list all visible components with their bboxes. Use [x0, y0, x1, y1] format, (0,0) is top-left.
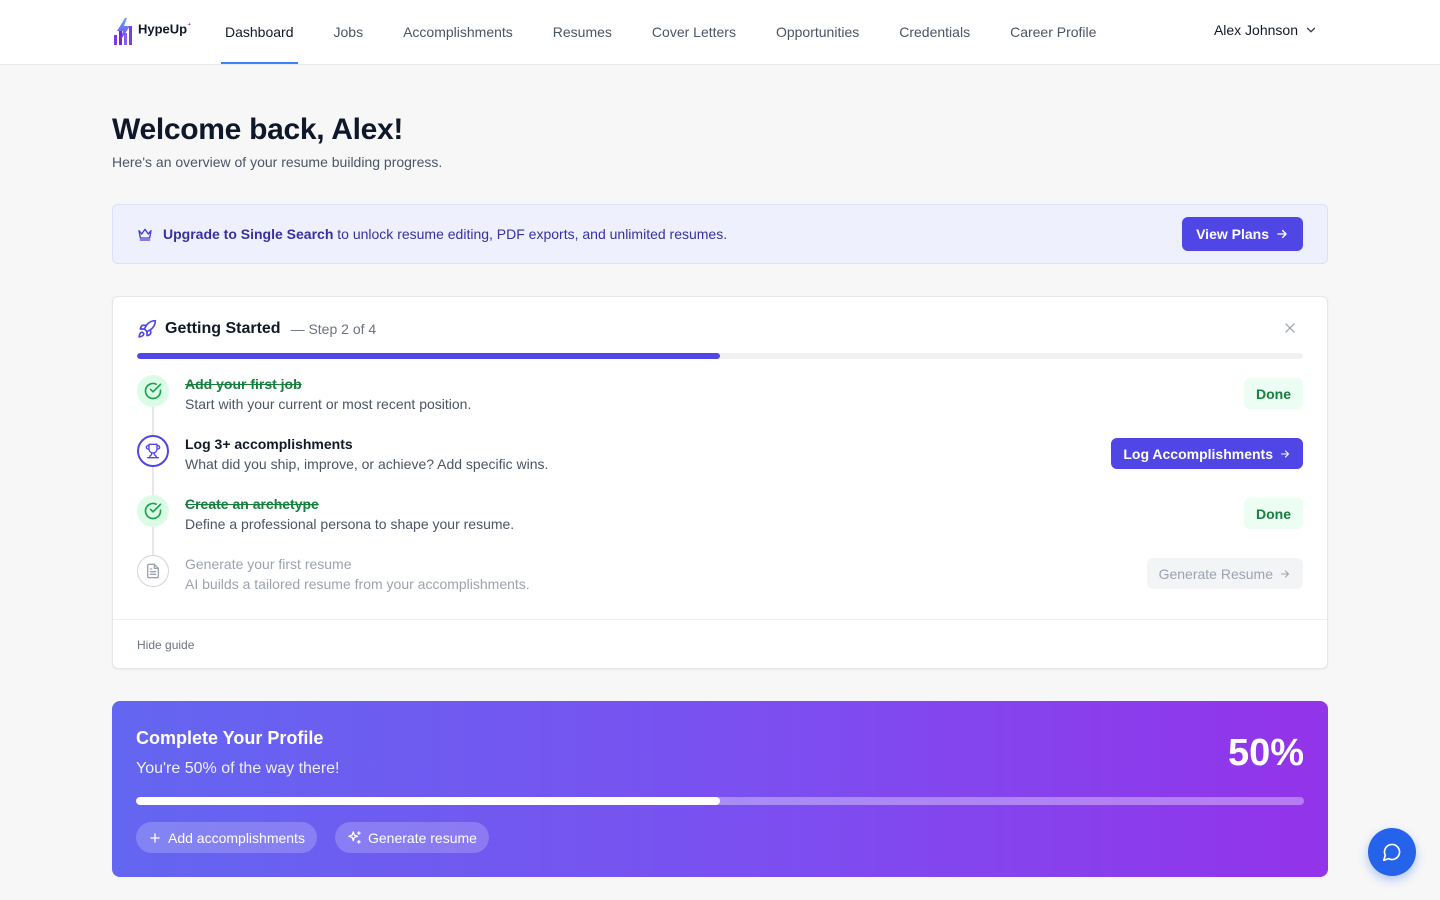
- trophy-icon: [137, 435, 169, 467]
- generate-resume-button-disabled[interactable]: Generate Resume: [1146, 558, 1303, 589]
- step-title: Log 3+ accomplishments: [185, 436, 353, 452]
- getting-started-header: Getting Started — Step 2 of 4: [137, 319, 376, 339]
- chat-icon: [1382, 843, 1401, 862]
- step-log-accomplishments: Log 3+ accomplishments What did you ship…: [137, 435, 1303, 495]
- page-title: Welcome back, Alex!: [112, 113, 404, 146]
- upgrade-link[interactable]: Upgrade to Single Search: [163, 226, 333, 242]
- profile-progress-fill: [136, 797, 720, 805]
- add-accomplishments-button[interactable]: Add accomplishments: [136, 822, 317, 853]
- chat-button[interactable]: [1368, 828, 1416, 876]
- view-plans-button[interactable]: View Plans: [1182, 217, 1303, 251]
- nav-career-profile[interactable]: Career Profile: [1006, 0, 1100, 64]
- user-menu[interactable]: Alex Johnson: [1214, 22, 1318, 38]
- chevron-down-icon: [1306, 27, 1316, 33]
- sparkles-icon: [348, 831, 361, 844]
- check-circle-icon: [137, 375, 169, 407]
- nav-opportunities[interactable]: Opportunities: [772, 0, 863, 64]
- arrow-right-icon: [1277, 229, 1287, 239]
- step-title: Generate your first resume: [185, 556, 352, 572]
- rocket-icon: [138, 319, 157, 338]
- nav-credentials[interactable]: Credentials: [895, 0, 974, 64]
- profile-progress-bar: [136, 797, 1304, 805]
- generate-resume-button[interactable]: Generate resume: [335, 822, 489, 853]
- nav-cover-letters[interactable]: Cover Letters: [648, 0, 740, 64]
- close-guide-button[interactable]: [1283, 321, 1297, 340]
- step-connector: [152, 527, 154, 555]
- nav-jobs[interactable]: Jobs: [330, 0, 368, 64]
- log-accomplishments-button[interactable]: Log Accomplishments: [1111, 438, 1303, 469]
- done-badge: Done: [1244, 498, 1303, 529]
- step-description: What did you ship, improve, or achieve? …: [185, 456, 549, 472]
- close-icon: [1285, 323, 1295, 333]
- arrow-right-icon: [1280, 449, 1290, 458]
- brand-logo[interactable]: HypeUp⁺: [113, 17, 191, 47]
- profile-subtitle: You're 50% of the way there!: [136, 760, 340, 777]
- page-subtitle: Here's an overview of your resume buildi…: [112, 154, 443, 170]
- step-connector: [152, 467, 154, 495]
- step-connector: [152, 407, 154, 435]
- plus-icon: [150, 832, 160, 843]
- getting-started-progress-fill: [137, 353, 720, 359]
- getting-started-progress-bar: [137, 353, 1303, 359]
- step-description: Start with your current or most recent p…: [185, 396, 472, 412]
- brand-name: HypeUp⁺: [138, 21, 192, 37]
- nav-dashboard[interactable]: Dashboard: [221, 0, 298, 64]
- getting-started-card: Getting Started — Step 2 of 4 Add your f…: [112, 296, 1328, 669]
- steps-list: Add your first job Start with your curre…: [137, 375, 1303, 615]
- nav-resumes[interactable]: Resumes: [549, 0, 616, 64]
- bolt-logo-icon: [114, 18, 132, 45]
- nav-accomplishments[interactable]: Accomplishments: [399, 0, 517, 64]
- upgrade-banner: Upgrade to Single Search to unlock resum…: [112, 204, 1328, 264]
- profile-title: Complete Your Profile: [136, 728, 324, 748]
- crown-icon: [138, 228, 152, 241]
- step-title: Add your first job: [185, 376, 302, 392]
- done-badge: Done: [1244, 378, 1303, 409]
- hide-guide-link[interactable]: Hide guide: [137, 638, 194, 652]
- profile-percent: 50%: [1227, 732, 1304, 774]
- step-indicator: — Step 2 of 4: [290, 321, 377, 337]
- complete-profile-card: Complete Your Profile You're 50% of the …: [112, 701, 1328, 877]
- step-create-archetype: Create an archetype Define a professiona…: [137, 495, 1303, 555]
- step-description: Define a professional persona to shape y…: [185, 516, 515, 532]
- main-nav: Dashboard Jobs Accomplishments Resumes C…: [221, 0, 1132, 64]
- top-navbar: HypeUp⁺ Dashboard Jobs Accomplishments R…: [0, 0, 1440, 65]
- getting-started-footer: Hide guide: [113, 619, 1327, 669]
- check-circle-icon: [137, 495, 169, 527]
- getting-started-title: Getting Started: [165, 320, 281, 337]
- step-description: AI builds a tailored resume from your ac…: [185, 576, 530, 592]
- user-name: Alex Johnson: [1213, 22, 1298, 38]
- arrow-right-icon: [1280, 569, 1290, 578]
- upgrade-message: Upgrade to Single Search to unlock resum…: [163, 226, 728, 242]
- step-title: Create an archetype: [185, 496, 319, 512]
- step-generate-resume: Generate your first resume AI builds a t…: [137, 555, 1303, 615]
- step-add-first-job: Add your first job Start with your curre…: [137, 375, 1303, 435]
- document-icon: [137, 555, 169, 587]
